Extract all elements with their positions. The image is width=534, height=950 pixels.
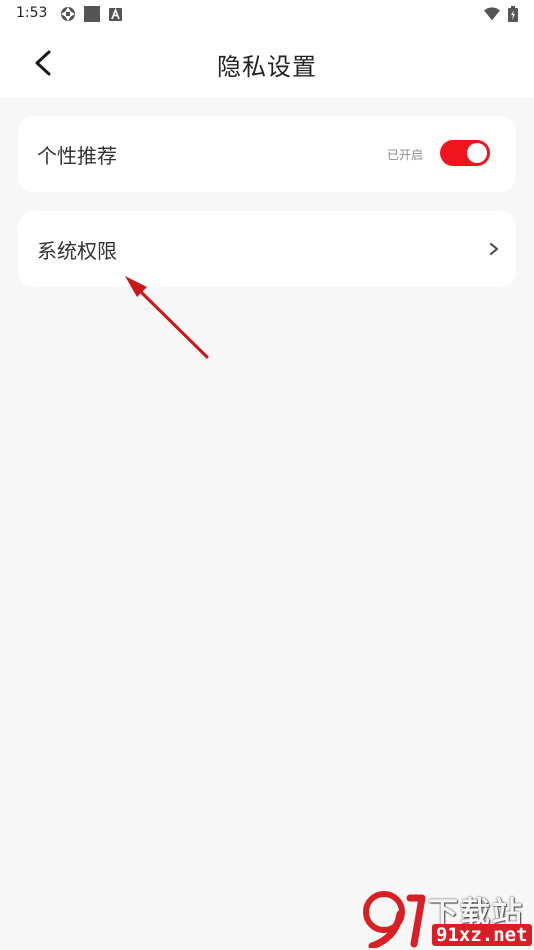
a-badge-icon	[109, 8, 122, 21]
page-title: 隐私设置	[217, 53, 317, 81]
system-permissions-row[interactable]: 系统权限	[18, 211, 516, 287]
toggle-status-text: 已开启	[386, 148, 423, 162]
watermark-logo	[363, 891, 426, 948]
battery-icon	[508, 6, 518, 22]
watermark: 下载站 91xz.net	[362, 888, 534, 950]
watermark-domain: 91xz.net	[432, 924, 532, 946]
square-icon	[84, 6, 100, 22]
status-bar: 1:53	[0, 0, 534, 28]
personalized-recommendation-row: 个性推荐 已开启	[18, 116, 516, 192]
header: 隐私设置	[0, 28, 534, 98]
aperture-icon	[61, 7, 75, 21]
personalized-recommendation-toggle[interactable]	[440, 140, 490, 166]
system-permissions-label: 系统权限	[37, 239, 117, 263]
personalized-recommendation-label: 个性推荐	[37, 144, 117, 168]
wifi-icon	[484, 7, 500, 21]
toggle-knob	[467, 143, 487, 163]
status-time: 1:53	[16, 5, 48, 21]
annotation-arrow-shaft	[136, 287, 209, 359]
chevron-right-icon	[490, 243, 498, 255]
